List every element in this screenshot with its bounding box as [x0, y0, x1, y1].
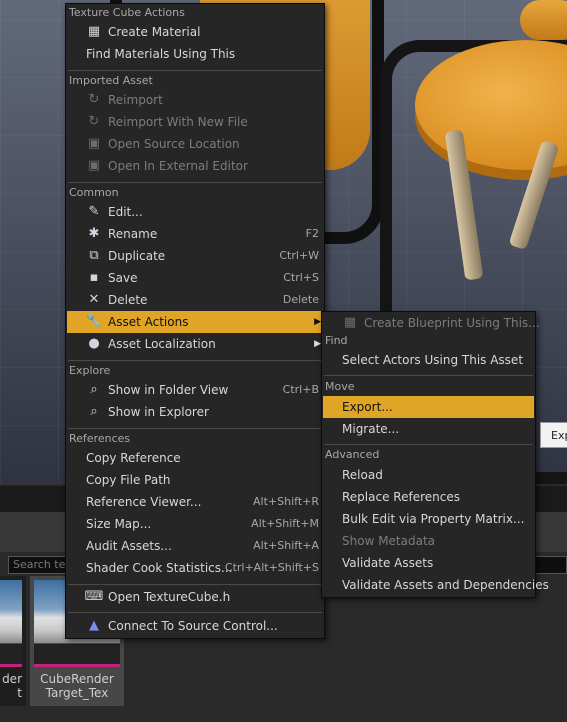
bulk-edit-item[interactable]: Bulk Edit via Property Matrix... — [323, 508, 534, 530]
duplicate-item[interactable]: ⧉ Duplicate Ctrl+W — [67, 245, 323, 267]
validate-assets-dependencies-item[interactable]: Validate Assets and Dependencies — [323, 574, 549, 596]
reimport-item[interactable]: ↻ Reimport — [67, 89, 323, 111]
size-map-item[interactable]: Size Map... Alt+Shift+M — [67, 513, 323, 535]
show-metadata-item[interactable]: Show Metadata — [323, 530, 534, 552]
divider — [68, 182, 322, 183]
divider — [324, 444, 533, 445]
section-header: Advanced — [325, 448, 380, 461]
save-item[interactable]: ▪ Save Ctrl+S — [67, 267, 323, 289]
select-actors-item[interactable]: Select Actors Using This Asset — [323, 349, 534, 371]
external-editor-icon: ▣ — [87, 158, 101, 173]
open-external-editor-item[interactable]: ▣ Open In External Editor — [67, 155, 323, 177]
edit-item[interactable]: ✎ Edit... — [67, 201, 323, 223]
material-icon: ▦ — [87, 24, 101, 39]
asset-context-menu: Texture Cube Actions ▦ Create Material F… — [65, 3, 325, 639]
rename-item[interactable]: ✱ Rename F2 — [67, 223, 323, 245]
asset-actions-icon: 🔧 — [85, 314, 103, 329]
delete-item[interactable]: ✕ Delete Delete — [67, 289, 323, 311]
search-options[interactable] — [535, 556, 567, 574]
explorer-icon: ⌕ — [90, 404, 98, 419]
asset-localization-icon: ● — [88, 336, 100, 351]
asset-localization-item[interactable]: ● Asset Localization ▶ — [67, 333, 323, 355]
replace-references-item[interactable]: Replace References — [323, 486, 534, 508]
folder-view-icon: ⌕ — [90, 382, 98, 397]
edit-icon: ✎ — [88, 204, 100, 219]
asset-thumbnail — [0, 580, 22, 667]
create-blueprint-item[interactable]: ▦ Create Blueprint Using This... — [323, 312, 540, 334]
migrate-item[interactable]: Migrate... — [323, 418, 534, 440]
section-header: Move — [325, 380, 355, 393]
submenu-arrow-icon: ▶ — [314, 317, 321, 327]
asset-actions-item[interactable]: 🔧 Asset Actions ▶ — [67, 311, 323, 333]
chair-seat-right — [520, 0, 567, 40]
divider — [68, 428, 322, 429]
rename-icon: ✱ — [88, 226, 100, 241]
source-control-icon: ▲ — [89, 618, 99, 633]
find-materials-item[interactable]: Find Materials Using This — [67, 43, 323, 65]
open-header-item[interactable]: ⌨ Open TextureCube.h — [67, 586, 323, 608]
show-in-explorer-item[interactable]: ⌕ Show in Explorer — [67, 401, 323, 423]
reimport-icon: ↻ — [88, 92, 100, 107]
section-header: Texture Cube Actions — [69, 6, 185, 19]
section-header: Common — [69, 186, 119, 199]
divider — [68, 612, 322, 613]
export-tooltip: Exp — [540, 422, 567, 448]
divider — [68, 360, 322, 361]
asset-actions-submenu: ▦ Create Blueprint Using This... Find Se… — [321, 311, 549, 598]
section-header: Find — [325, 334, 348, 347]
delete-icon: ✕ — [88, 292, 100, 307]
open-source-location-item[interactable]: ▣ Open Source Location — [67, 133, 323, 155]
shader-cook-statistics-item[interactable]: Shader Cook Statistics... Ctrl+Alt+Shift… — [67, 557, 323, 579]
reference-viewer-item[interactable]: Reference Viewer... Alt+Shift+R — [67, 491, 323, 513]
connect-source-control-item[interactable]: ▲ Connect To Source Control... — [67, 615, 323, 637]
divider — [324, 375, 533, 376]
open-header-icon: ⌨ — [84, 589, 104, 604]
asset-tile[interactable]: der t — [0, 576, 26, 706]
divider — [68, 584, 322, 585]
asset-label: der t — [2, 672, 22, 700]
asset-label: CubeRender Target_Tex — [40, 672, 114, 700]
copy-reference-item[interactable]: Copy Reference — [67, 447, 323, 469]
open-source-location-icon: ▣ — [87, 136, 101, 151]
reload-item[interactable]: Reload — [323, 464, 534, 486]
validate-assets-item[interactable]: Validate Assets — [323, 552, 534, 574]
section-header: Imported Asset — [69, 74, 153, 87]
export-item[interactable]: Export... — [323, 396, 534, 418]
show-in-folder-view-item[interactable]: ⌕ Show in Folder View Ctrl+B — [67, 379, 323, 401]
divider — [68, 70, 322, 71]
blueprint-icon: ▦ — [343, 315, 357, 330]
section-header: References — [69, 432, 131, 445]
section-header: Explore — [69, 364, 111, 377]
reimport-new-file-item[interactable]: ↻ Reimport With New File — [67, 111, 323, 133]
copy-file-path-item[interactable]: Copy File Path — [67, 469, 323, 491]
duplicate-icon: ⧉ — [89, 248, 99, 263]
reimport-new-file-icon: ↻ — [88, 114, 100, 129]
search-input[interactable]: Search tex — [8, 556, 66, 574]
audit-assets-item[interactable]: Audit Assets... Alt+Shift+A — [67, 535, 323, 557]
create-material-item[interactable]: ▦ Create Material — [67, 21, 323, 43]
submenu-arrow-icon: ▶ — [314, 339, 321, 349]
save-icon: ▪ — [89, 270, 99, 285]
